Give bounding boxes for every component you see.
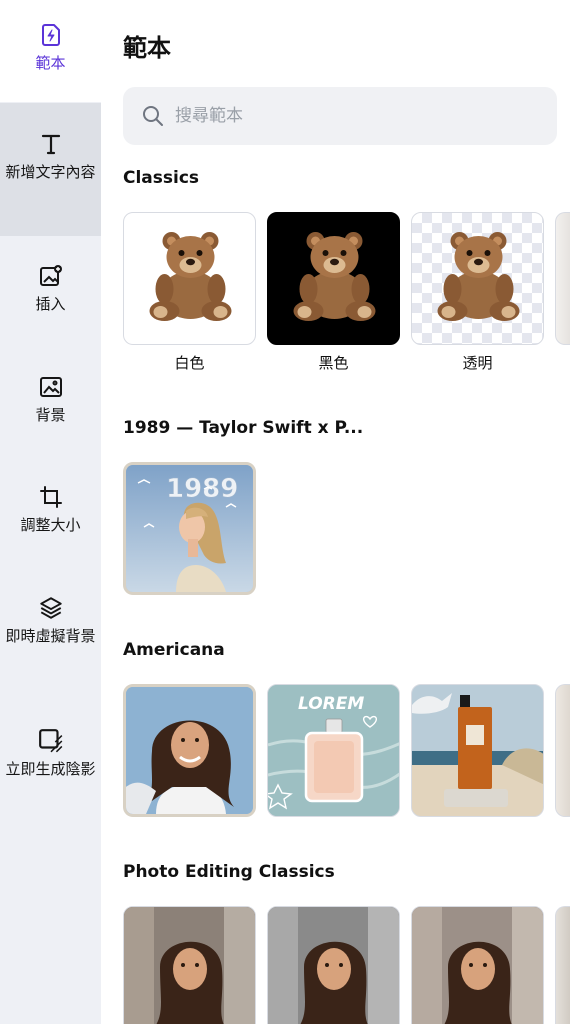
search-input[interactable]	[175, 106, 535, 126]
photo-editing-row	[123, 906, 570, 1024]
page-title: 範本	[123, 34, 171, 62]
sidebar-item-label: 立即生成陰影	[5, 760, 96, 778]
search-icon	[143, 106, 163, 126]
template-card-photo-blur[interactable]	[411, 906, 544, 1024]
card-label-black: 黑色	[318, 354, 349, 372]
sidebar-item-add-text[interactable]: 新增文字內容	[0, 103, 101, 236]
poster-text: 1989	[166, 474, 238, 504]
sidebar-item-resize[interactable]: 調整大小	[0, 484, 101, 535]
taylor-swift-row: 1989	[123, 462, 570, 597]
template-card-peek[interactable]	[555, 684, 570, 817]
sidebar-item-label: 調整大小	[20, 516, 81, 534]
portrait-color-image	[124, 907, 255, 1024]
template-card-white[interactable]	[123, 212, 256, 345]
template-icon	[38, 22, 64, 48]
card-label-white: 白色	[174, 354, 205, 372]
shadow-icon	[38, 728, 64, 754]
sidebar-item-templates[interactable]: 範本	[0, 22, 101, 73]
template-card-photo-bw[interactable]	[267, 906, 400, 1024]
layers-icon	[38, 595, 64, 621]
teddy-bear-image	[293, 232, 376, 321]
sidebar-item-label: 背景	[35, 406, 66, 424]
template-card-americana-beach[interactable]	[411, 684, 544, 817]
portrait-image	[126, 687, 253, 814]
add-image-icon	[38, 263, 64, 289]
sidebar-item-background[interactable]: 背景	[0, 374, 101, 425]
section-title-americana: Americana	[123, 640, 225, 660]
section-title-photo-editing: Photo Editing Classics	[123, 862, 335, 882]
portrait-blur-image	[412, 907, 543, 1024]
teddy-bear-image	[437, 232, 520, 321]
template-card-americana-portrait[interactable]	[123, 684, 256, 817]
template-card-peek[interactable]	[555, 212, 570, 345]
sidebar-item-shadow[interactable]: 立即生成陰影	[0, 728, 101, 779]
template-card-1989[interactable]: 1989	[123, 462, 256, 595]
sidebar-item-virtual-background[interactable]: 即時虛擬背景	[0, 595, 101, 646]
americana-row: LOREM	[123, 684, 570, 819]
section-title-classics: Classics	[123, 168, 200, 188]
template-card-americana-perfume[interactable]: LOREM	[267, 684, 400, 817]
perfume-bottle-image: LOREM	[268, 685, 399, 816]
sidebar: 範本 新增文字內容 插入 背景 調整大小 即時虛擬背景 立即生成陰影	[0, 0, 101, 1024]
card-label-transparent: 透明	[462, 354, 493, 372]
sidebar-item-label: 範本	[35, 54, 66, 72]
classics-row: 白色 黑色 透明	[123, 212, 570, 372]
portrait-partial-bw-image	[268, 907, 399, 1024]
teddy-bear-image	[149, 232, 232, 321]
text-icon	[38, 131, 64, 157]
sidebar-item-label: 即時虛擬背景	[5, 627, 96, 645]
search-bar[interactable]	[123, 87, 557, 145]
sidebar-item-label: 新增文字內容	[5, 163, 96, 181]
section-title-1989: 1989 — Taylor Swift x P...	[123, 418, 364, 438]
template-card-black[interactable]	[267, 212, 400, 345]
main-panel: 範本 Classics	[101, 0, 570, 1024]
perfume-text: LOREM	[298, 694, 364, 714]
template-card-transparent[interactable]	[411, 212, 544, 345]
image-icon	[38, 374, 64, 400]
sidebar-item-label: 插入	[35, 295, 66, 313]
portrait-1989-image: 1989	[126, 465, 253, 592]
template-card-peek[interactable]	[555, 906, 570, 1024]
crop-icon	[38, 484, 64, 510]
sidebar-item-insert[interactable]: 插入	[0, 263, 101, 314]
beach-product-image	[412, 685, 543, 816]
template-card-photo-color[interactable]	[123, 906, 256, 1024]
